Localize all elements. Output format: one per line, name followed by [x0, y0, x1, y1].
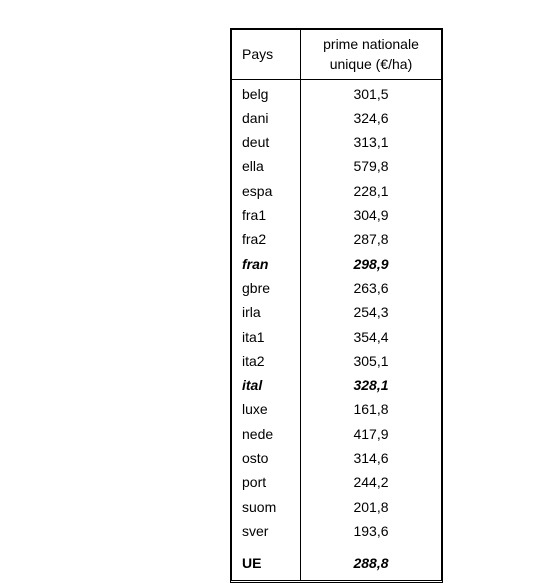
cell-prime: 287,8 [301, 227, 442, 251]
cell-prime-total: 288,8 [301, 543, 442, 579]
cell-pays: espa [232, 179, 301, 203]
table-row: ella579,8 [232, 154, 441, 178]
table-row: ital328,1 [232, 373, 441, 397]
cell-prime: 354,4 [301, 325, 442, 349]
table-row: ita1354,4 [232, 325, 441, 349]
table-row: espa228,1 [232, 179, 441, 203]
cell-prime: 298,9 [301, 252, 442, 276]
cell-prime: 305,1 [301, 349, 442, 373]
cell-pays: luxe [232, 397, 301, 421]
cell-pays: dani [232, 106, 301, 130]
cell-prime: 324,6 [301, 106, 442, 130]
cell-pays: osto [232, 446, 301, 470]
table-row: port244,2 [232, 470, 441, 494]
cell-prime: 314,6 [301, 446, 442, 470]
cell-pays: ita1 [232, 325, 301, 349]
cell-pays: ita2 [232, 349, 301, 373]
cell-pays: fran [232, 252, 301, 276]
table: Pays prime nationale unique (€/ha) belg3… [232, 30, 441, 580]
cell-prime: 263,6 [301, 276, 442, 300]
cell-pays: belg [232, 79, 301, 106]
cell-prime: 579,8 [301, 154, 442, 178]
cell-pays: sver [232, 519, 301, 543]
cell-pays: port [232, 470, 301, 494]
table-row: fran298,9 [232, 252, 441, 276]
table-body: belg301,5dani324,6deut313,1ella579,8espa… [232, 79, 441, 579]
cell-pays: nede [232, 422, 301, 446]
header-row: Pays prime nationale unique (€/ha) [232, 30, 441, 79]
table-row: irla254,3 [232, 300, 441, 324]
table-row: nede417,9 [232, 422, 441, 446]
table-row: dani324,6 [232, 106, 441, 130]
header-prime: prime nationale unique (€/ha) [301, 30, 442, 79]
table-row: suom201,8 [232, 495, 441, 519]
cell-pays: irla [232, 300, 301, 324]
cell-prime: 228,1 [301, 179, 442, 203]
cell-pays: ital [232, 373, 301, 397]
data-table: Pays prime nationale unique (€/ha) belg3… [230, 28, 443, 583]
table-row: ita2305,1 [232, 349, 441, 373]
cell-prime: 193,6 [301, 519, 442, 543]
cell-pays: suom [232, 495, 301, 519]
table-row: belg301,5 [232, 79, 441, 106]
cell-prime: 301,5 [301, 79, 442, 106]
header-pays: Pays [232, 30, 301, 79]
cell-pays: fra1 [232, 203, 301, 227]
table-row: gbre263,6 [232, 276, 441, 300]
cell-pays: gbre [232, 276, 301, 300]
cell-pays: fra2 [232, 227, 301, 251]
table-row: fra1304,9 [232, 203, 441, 227]
cell-prime: 328,1 [301, 373, 442, 397]
cell-pays-total: UE [232, 543, 301, 579]
cell-pays: ella [232, 154, 301, 178]
cell-prime: 313,1 [301, 130, 442, 154]
table-row: sver193,6 [232, 519, 441, 543]
cell-prime: 417,9 [301, 422, 442, 446]
table-row: osto314,6 [232, 446, 441, 470]
table-row: deut313,1 [232, 130, 441, 154]
cell-prime: 161,8 [301, 397, 442, 421]
cell-prime: 304,9 [301, 203, 442, 227]
cell-prime: 201,8 [301, 495, 442, 519]
table-row: luxe161,8 [232, 397, 441, 421]
cell-prime: 254,3 [301, 300, 442, 324]
table-row: fra2287,8 [232, 227, 441, 251]
cell-pays: deut [232, 130, 301, 154]
table-row-total: UE288,8 [232, 543, 441, 579]
cell-prime: 244,2 [301, 470, 442, 494]
